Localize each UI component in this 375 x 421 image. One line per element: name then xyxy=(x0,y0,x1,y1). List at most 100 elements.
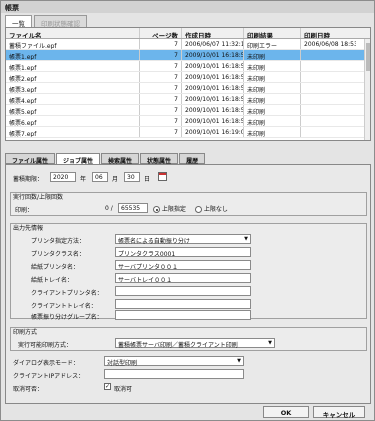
tab-print-status[interactable]: 印刷状態確認 xyxy=(34,15,87,28)
table-row[interactable]: 帳票7.epf 7 2009/10/01 16:19:00 未印刷 xyxy=(6,127,370,138)
col-header-pages[interactable]: ページ数 xyxy=(140,28,182,38)
year-unit: 年 xyxy=(80,176,87,183)
table-cell: 帳票3.epf xyxy=(6,83,140,93)
radio-limit[interactable]: 上限指定 xyxy=(153,204,186,213)
dialog-mode-select[interactable]: 対話型印刷 ▼ xyxy=(104,356,244,367)
col-header-result[interactable]: 印刷結果 xyxy=(244,28,301,38)
tab-history[interactable]: 履歴 xyxy=(179,153,206,165)
print-count: 0 / xyxy=(105,205,113,212)
exec-method-select[interactable]: 蓄積帳票サーバ印刷／蓄積クライアント印刷 ▼ xyxy=(115,338,275,349)
radio-nolimit[interactable]: 上限なし xyxy=(195,204,228,213)
client-printer-label: クライアントプリンタ名： xyxy=(31,290,103,297)
table-cell: 帳票5.epf xyxy=(6,105,140,115)
print-label: 印刷： xyxy=(15,207,34,214)
table-cell: 未印刷 xyxy=(244,61,301,71)
year-input[interactable]: 2020 xyxy=(50,172,76,182)
exec-method-label: 実行可能印刷方式： xyxy=(18,342,73,349)
tab-file-attr[interactable]: ファイル属性 xyxy=(5,153,56,165)
table-cell: 7 xyxy=(140,61,182,71)
col-header-created[interactable]: 作成日時 xyxy=(182,28,244,38)
table-row[interactable]: 帳票4.epf 7 2009/10/01 16:18:57 未印刷 xyxy=(6,94,370,105)
day-unit: 日 xyxy=(144,176,151,183)
radio-limit-dot[interactable] xyxy=(153,206,160,213)
cancel-checkbox[interactable]: ✓ xyxy=(104,383,111,390)
table-cell: 7 xyxy=(140,50,182,60)
table-cell: 7 xyxy=(140,72,182,82)
print-method-title: 印刷方式 xyxy=(13,329,38,336)
table-row[interactable]: 帳票1.epf 7 2009/10/01 16:18:52 未印刷 xyxy=(6,50,370,61)
table-cell: 7 xyxy=(140,83,182,93)
radio-nolimit-label: 上限なし xyxy=(203,206,228,213)
printer-class-input[interactable]: プリンタクラス0001 xyxy=(115,247,251,257)
retention-label: 蓄積期限： xyxy=(13,176,44,183)
table-row[interactable]: 蓄積ファイル.epf 7 2006/06/07 11:32:15 印刷エラー 2006/… xyxy=(6,39,370,50)
grid-scrollbar[interactable] xyxy=(364,39,370,140)
table-cell: 帳票2.epf xyxy=(6,72,140,82)
form-viewer-window: 帳票 一覧 印刷状態確認 ファイル名 ページ数 作成日時 印刷結果 印刷日時 蓄… xyxy=(0,0,375,421)
table-cell: 2009/10/01 16:18:59 xyxy=(182,116,244,126)
output-title: 出力先情報 xyxy=(13,225,44,232)
top-tabs: 一覧 印刷状態確認 xyxy=(5,15,87,28)
dialog-mode-label: ダイアログ表示モード： xyxy=(13,360,80,367)
tab-search-attr[interactable]: 検索属性 xyxy=(101,153,140,165)
table-row[interactable]: 帳票5.epf 7 2009/10/01 16:18:58 未印刷 xyxy=(6,105,370,116)
tab-status-attr[interactable]: 状態属性 xyxy=(140,153,179,165)
file-list-grid: ファイル名 ページ数 作成日時 印刷結果 印刷日時 蓄積ファイル.epf 7 200… xyxy=(5,27,371,141)
table-cell: 未印刷 xyxy=(244,50,301,60)
chevron-down-icon: ▼ xyxy=(237,358,241,364)
chevron-down-icon: ▼ xyxy=(268,340,272,346)
tray-printer-input[interactable]: サーバプリンタ００１ xyxy=(115,260,251,270)
printer-method-select[interactable]: 帳票名による自動振り分け ▼ xyxy=(115,234,251,245)
table-row[interactable]: 帳票1.epf 7 2009/10/01 16:18:53 未印刷 xyxy=(6,61,370,72)
table-cell: 2009/10/01 16:18:54 xyxy=(182,72,244,82)
printer-method-label: プリンタ指定方法： xyxy=(31,238,86,245)
client-ip-input[interactable] xyxy=(104,369,244,379)
radio-nolimit-dot[interactable] xyxy=(195,206,202,213)
table-cell: 未印刷 xyxy=(244,127,301,137)
day-input[interactable]: 30 xyxy=(124,172,140,182)
table-cell: 2006/06/08 18:53:51 xyxy=(304,41,356,48)
print-limit-input[interactable]: 65535 xyxy=(118,203,148,213)
ok-button[interactable]: OK xyxy=(263,406,309,418)
table-row[interactable]: 帳票3.epf 7 2009/10/01 16:18:56 未印刷 xyxy=(6,83,370,94)
client-printer-input[interactable] xyxy=(115,286,251,296)
table-cell xyxy=(301,105,356,115)
client-tray-label: クライアントトレイ名： xyxy=(31,303,97,310)
exec-count-group: 実行回数/上限回数 印刷： 0 / 65535 上限指定 上限なし xyxy=(10,192,367,216)
scroll-thumb[interactable] xyxy=(366,43,370,71)
table-cell: 7 xyxy=(140,94,182,104)
col-header-filename[interactable]: ファイル名 xyxy=(6,28,140,38)
table-cell xyxy=(301,94,356,104)
chevron-down-icon: ▼ xyxy=(244,236,248,242)
table-cell: 7 xyxy=(140,39,182,49)
tray-input[interactable]: サーバトレイ００１ xyxy=(115,273,251,283)
table-cell: 2006/06/07 11:32:15 xyxy=(182,39,244,49)
table-cell: 帳票1.epf xyxy=(6,50,140,60)
printer-method-value: 帳票名による自動振り分け xyxy=(118,238,190,245)
client-ip-label: クライアントIPアドレス： xyxy=(13,373,85,380)
col-header-printed[interactable]: 印刷日時 xyxy=(301,28,356,38)
table-cell: 帳票4.epf xyxy=(6,94,140,104)
month-input[interactable]: 06 xyxy=(92,172,108,182)
print-method-group: 印刷方式 実行可能印刷方式： 蓄積帳票サーバ印刷／蓄積クライアント印刷 ▼ xyxy=(10,327,367,351)
table-cell: 未印刷 xyxy=(244,94,301,104)
client-tray-input[interactable] xyxy=(115,299,251,309)
table-cell xyxy=(301,50,356,60)
table-row[interactable]: 帳票2.epf 7 2009/10/01 16:18:54 未印刷 xyxy=(6,72,370,83)
job-attr-panel: 蓄積期限： 2020 年 06 月 30 日 実行回数/上限回数 印刷： 0 /… xyxy=(5,164,371,404)
table-cell: 7 xyxy=(140,105,182,115)
table-cell xyxy=(301,72,356,82)
output-group: 出力先情報 プリンタ指定方法： 帳票名による自動振り分け ▼ プリンタクラス名： … xyxy=(10,223,367,321)
table-row[interactable]: 帳票6.epf 7 2009/10/01 16:18:59 未印刷 xyxy=(6,116,370,127)
table-cell: 帳票7.epf xyxy=(6,127,140,137)
cancel-button[interactable]: キャンセル xyxy=(313,406,365,419)
sort-group-input[interactable] xyxy=(115,310,251,320)
table-cell: 未印刷 xyxy=(244,83,301,93)
cancel-check-label: 取消可 xyxy=(114,386,133,393)
tab-list[interactable]: 一覧 xyxy=(5,15,32,28)
table-cell: 2009/10/01 16:18:57 xyxy=(182,94,244,104)
table-cell: 未印刷 xyxy=(244,105,301,115)
dialog-mode-value: 対話型印刷 xyxy=(107,360,138,367)
table-cell: 7 xyxy=(140,116,182,126)
calendar-icon[interactable] xyxy=(158,172,167,181)
